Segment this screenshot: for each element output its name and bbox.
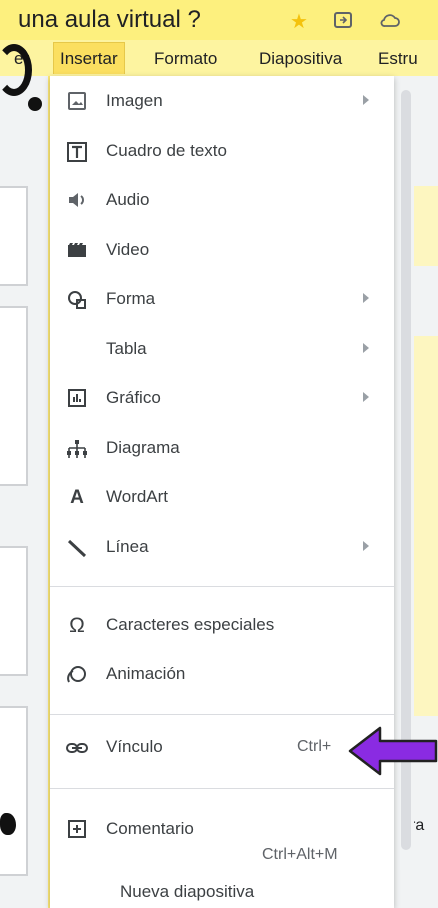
menu-item-vinculo[interactable]: Vínculo Ctrl+	[50, 726, 394, 770]
slide-thumbnail[interactable]	[0, 546, 28, 676]
annotation-dot-mark	[28, 97, 42, 111]
menu-item-cuadro-de-texto[interactable]: Cuadro de texto	[50, 130, 394, 174]
menu-diapositiva[interactable]: Diapositiva	[259, 49, 342, 69]
menu-item-tabla[interactable]: Tabla	[50, 328, 394, 372]
annotation-arrow-icon	[348, 726, 438, 776]
cloud-status-icon[interactable]	[380, 12, 400, 33]
slide-area	[414, 336, 438, 716]
slide-canvas: ra	[392, 76, 438, 908]
shortcut-vinculo: Ctrl+	[297, 738, 332, 755]
submenu-arrow-icon	[363, 343, 369, 353]
diagram-icon	[66, 438, 88, 460]
submenu-arrow-icon	[363, 541, 369, 551]
menu-item-imagen[interactable]: Imagen	[50, 80, 394, 124]
link-icon	[66, 737, 88, 759]
menu-formato[interactable]: Formato	[154, 49, 217, 69]
menu-estructura[interactable]: Estru	[378, 49, 418, 69]
menu-insertar[interactable]: Insertar	[53, 42, 125, 74]
image-icon	[66, 91, 88, 113]
menu-item-comentario[interactable]: Comentario Ctrl+Alt+M	[50, 808, 394, 863]
menu-item-wordart[interactable]: A WordArt	[50, 476, 394, 520]
omega-icon: Ω	[69, 614, 85, 637]
document-title[interactable]: una aula virtual ?	[18, 6, 201, 34]
text-box-icon	[66, 141, 88, 163]
submenu-arrow-icon	[363, 392, 369, 402]
menu-item-video[interactable]: Video	[50, 229, 394, 273]
menu-item-diagrama[interactable]: Diagrama	[50, 427, 394, 471]
line-icon	[66, 537, 88, 559]
menu-item-nueva-diapositiva[interactable]: Nueva diapositiva	[50, 872, 394, 908]
slide-thumbnail[interactable]	[0, 706, 28, 876]
slide-thumbnail[interactable]	[0, 306, 28, 486]
star-icon[interactable]: ★	[290, 9, 308, 34]
video-icon	[66, 240, 88, 262]
chart-icon	[66, 388, 88, 410]
menu-bar: er Insertar Formato Diapositiva Estru	[0, 40, 438, 76]
slide-thumbnail[interactable]	[0, 186, 28, 286]
menu-item-audio[interactable]: Audio	[50, 179, 394, 223]
wordart-icon: A	[70, 487, 84, 508]
menu-item-caracteres-especiales[interactable]: Ω Caracteres especiales	[50, 604, 394, 648]
move-to-folder-icon[interactable]	[334, 12, 352, 33]
menu-separator	[50, 586, 394, 587]
shortcut-comentario: Ctrl+Alt+M	[262, 846, 338, 863]
submenu-arrow-icon	[363, 293, 369, 303]
menu-item-linea[interactable]: Línea	[50, 526, 394, 570]
menu-item-forma[interactable]: Forma	[50, 278, 394, 322]
slide-thumbnail-strip	[0, 76, 48, 908]
annotation-blob-mark	[0, 813, 16, 835]
comment-add-icon	[66, 819, 88, 841]
menu-item-animacion[interactable]: Animación	[50, 653, 394, 697]
menu-item-grafico[interactable]: Gráfico	[50, 377, 394, 421]
shape-icon	[66, 289, 88, 311]
menu-separator	[50, 714, 394, 715]
submenu-arrow-icon	[363, 95, 369, 105]
title-bar: una aula virtual ? ★	[0, 0, 438, 40]
slide-area	[414, 186, 438, 266]
audio-icon	[66, 190, 88, 212]
menu-separator	[50, 788, 394, 789]
animation-icon	[66, 664, 88, 686]
